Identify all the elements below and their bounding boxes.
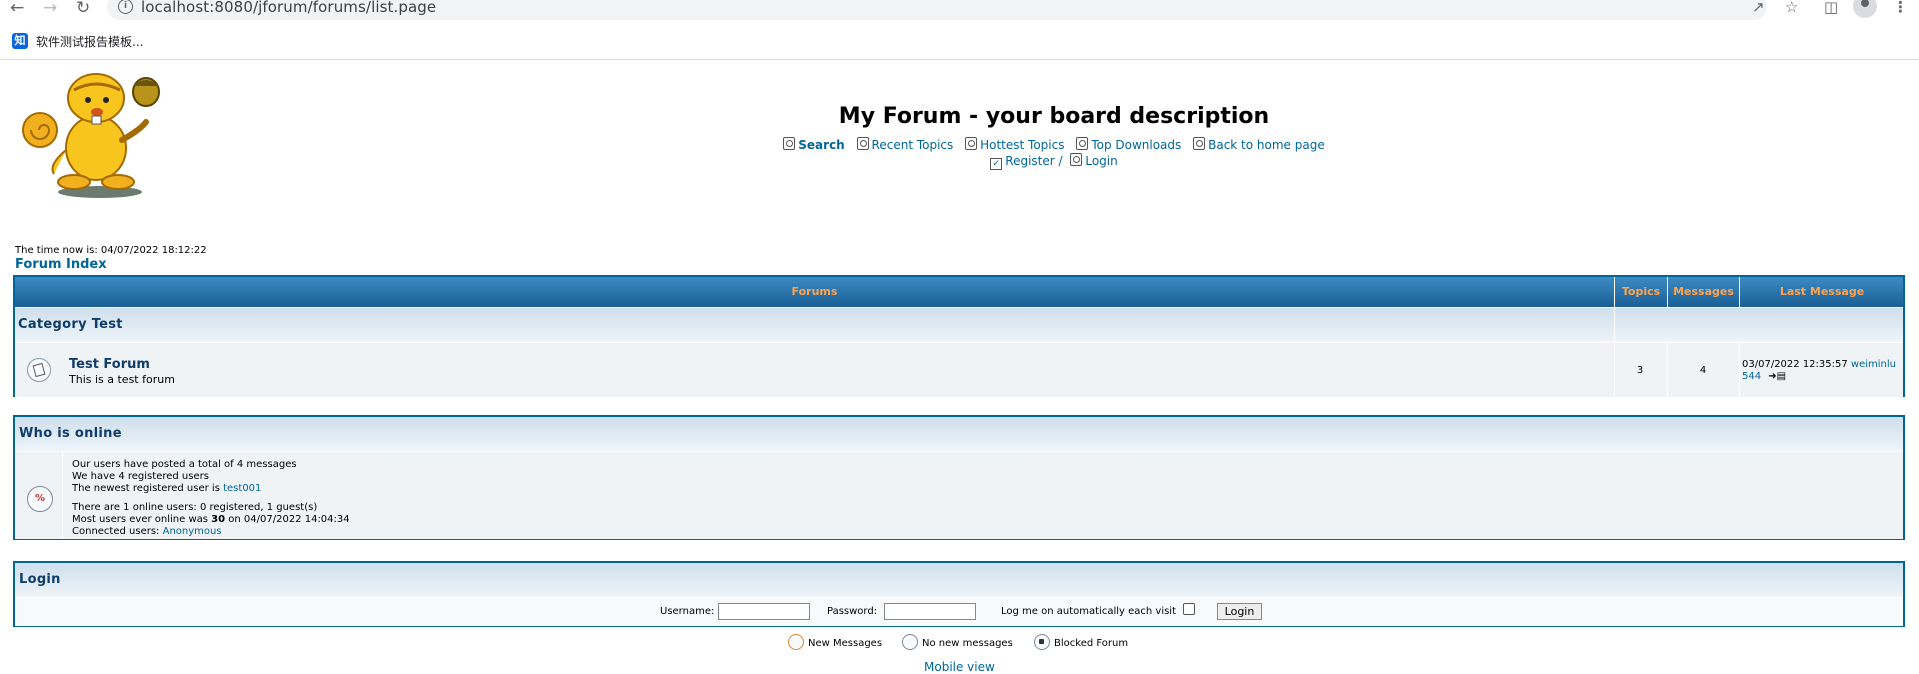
register-check-icon: ✓ <box>990 158 1003 170</box>
online-users-icon: % <box>27 486 53 512</box>
forum-index-link[interactable]: Forum Index <box>15 257 107 272</box>
last-message-user-b[interactable]: 544 <box>1742 371 1761 382</box>
zhihu-icon[interactable]: 知 <box>12 33 28 49</box>
who-is-online-panel: Who is online % Our users have posted a … <box>13 415 1905 540</box>
hottest-topics-icon <box>965 137 978 150</box>
forum-description: This is a test forum <box>69 373 175 386</box>
side-panel-icon[interactable]: ◫ <box>1824 0 1838 16</box>
search-icon <box>783 137 796 150</box>
last-message-date: 03/07/2022 12:35:57 <box>1742 359 1848 370</box>
forum-row: Test Forum This is a test forum 3 4 03/0… <box>15 342 1903 397</box>
menu-dots-icon[interactable]: ⋮ <box>1893 0 1908 16</box>
who-is-online-title: Who is online <box>19 426 122 441</box>
login-header: Login <box>15 563 1903 597</box>
category-row: Category Test <box>15 307 1903 342</box>
newest-user-link[interactable]: test001 <box>223 483 261 494</box>
home-page-link[interactable]: Back to home page <box>1193 137 1325 152</box>
register-link[interactable]: ✓ Register / <box>990 154 1063 170</box>
who-is-online-header: Who is online <box>15 417 1903 451</box>
login-form: Username: Password: Log me on automatica… <box>15 597 1903 626</box>
registered-users-text: We have 4 registered users <box>72 471 209 482</box>
category-title[interactable]: Category Test <box>18 317 123 332</box>
top-nav-links: Search Recent Topics Hottest Topics Top … <box>0 137 1919 152</box>
total-messages-text: Our users have posted a total of 4 messa… <box>72 459 297 470</box>
username-label: Username: <box>660 606 715 617</box>
browser-toolbar: ← → ↻ i localhost:8080/jforum/forums/lis… <box>0 0 1919 22</box>
login-link[interactable]: Login <box>1070 153 1118 168</box>
auto-login-checkbox[interactable] <box>1183 603 1195 615</box>
col-messages: Messages <box>1667 277 1739 307</box>
forum-name-link[interactable]: Test Forum <box>69 357 150 372</box>
legend-no-new-messages: No new messages <box>902 634 1013 650</box>
forums-table-header: Forums Topics Messages Last Message <box>15 277 1903 307</box>
col-last-message: Last Message <box>1739 277 1904 307</box>
recent-topics-link[interactable]: Recent Topics <box>856 137 953 152</box>
legend-new-messages: New Messages <box>788 634 882 650</box>
forums-table: Forums Topics Messages Last Message Cate… <box>13 275 1905 397</box>
who-is-online-body: % Our users have posted a total of 4 mes… <box>15 451 1903 539</box>
hottest-topics-link[interactable]: Hottest Topics <box>965 137 1064 152</box>
back-icon[interactable]: ← <box>10 0 24 18</box>
online-users-text: There are 1 online users: 0 registered, … <box>72 502 318 513</box>
blocked-forum-icon <box>1034 634 1050 650</box>
url-text[interactable]: localhost:8080/jforum/forums/list.page <box>141 0 436 16</box>
login-button[interactable]: Login <box>1217 603 1262 620</box>
mobile-view-link[interactable]: Mobile view <box>924 660 995 674</box>
topics-count: 3 <box>1636 365 1644 376</box>
last-message-cell: 03/07/2022 12:35:57 weiminlu 544 ➜▤ <box>1742 359 1904 383</box>
max-users-text: Most users ever online was 30 on 04/07/2… <box>72 514 350 525</box>
current-time: The time now is: 04/07/2022 18:12:22 <box>15 245 207 256</box>
connected-user-link[interactable]: Anonymous <box>163 526 222 537</box>
downloads-icon <box>1076 137 1089 150</box>
col-forums: Forums <box>791 285 838 298</box>
account-links: ✓ Register / Login <box>0 153 1919 170</box>
newest-user-text: The newest registered user is test001 <box>72 483 262 494</box>
search-link[interactable]: Search <box>783 137 845 152</box>
bookmark-star-icon[interactable]: ☆ <box>1785 0 1798 16</box>
bookmarks-bar: 知 软件测试报告模板... <box>0 27 1919 60</box>
site-title: My Forum - your board description <box>838 104 1270 129</box>
reload-icon[interactable]: ↻ <box>76 0 90 18</box>
connected-users-text: Connected users: Anonymous <box>72 526 222 537</box>
goto-last-post-icon[interactable]: ➜▤ <box>1768 371 1786 382</box>
forum-status-icon <box>27 358 51 382</box>
login-icon <box>1070 153 1083 166</box>
login-panel: Login Username: Password: Log me on auto… <box>13 561 1905 627</box>
password-input[interactable] <box>884 603 976 620</box>
password-label: Password: <box>827 606 878 617</box>
home-icon <box>1193 137 1206 150</box>
top-downloads-link[interactable]: Top Downloads <box>1076 137 1181 152</box>
profile-avatar[interactable] <box>1853 0 1877 18</box>
new-messages-icon <box>788 634 804 650</box>
login-title: Login <box>19 572 61 587</box>
recent-topics-icon <box>856 137 869 150</box>
last-message-user-a[interactable]: weiminlu <box>1851 359 1896 370</box>
forward-icon[interactable]: → <box>43 0 57 18</box>
messages-count: 4 <box>1699 365 1707 376</box>
auto-login-label: Log me on automatically each visit <box>1001 606 1176 617</box>
username-input[interactable] <box>718 603 810 620</box>
share-icon[interactable]: ↗ <box>1752 0 1765 16</box>
legend-blocked-forum: Blocked Forum <box>1034 634 1128 650</box>
no-new-messages-icon <box>902 634 918 650</box>
col-topics: Topics <box>1614 277 1667 307</box>
bookmark-item[interactable]: 软件测试报告模板... <box>36 33 143 50</box>
